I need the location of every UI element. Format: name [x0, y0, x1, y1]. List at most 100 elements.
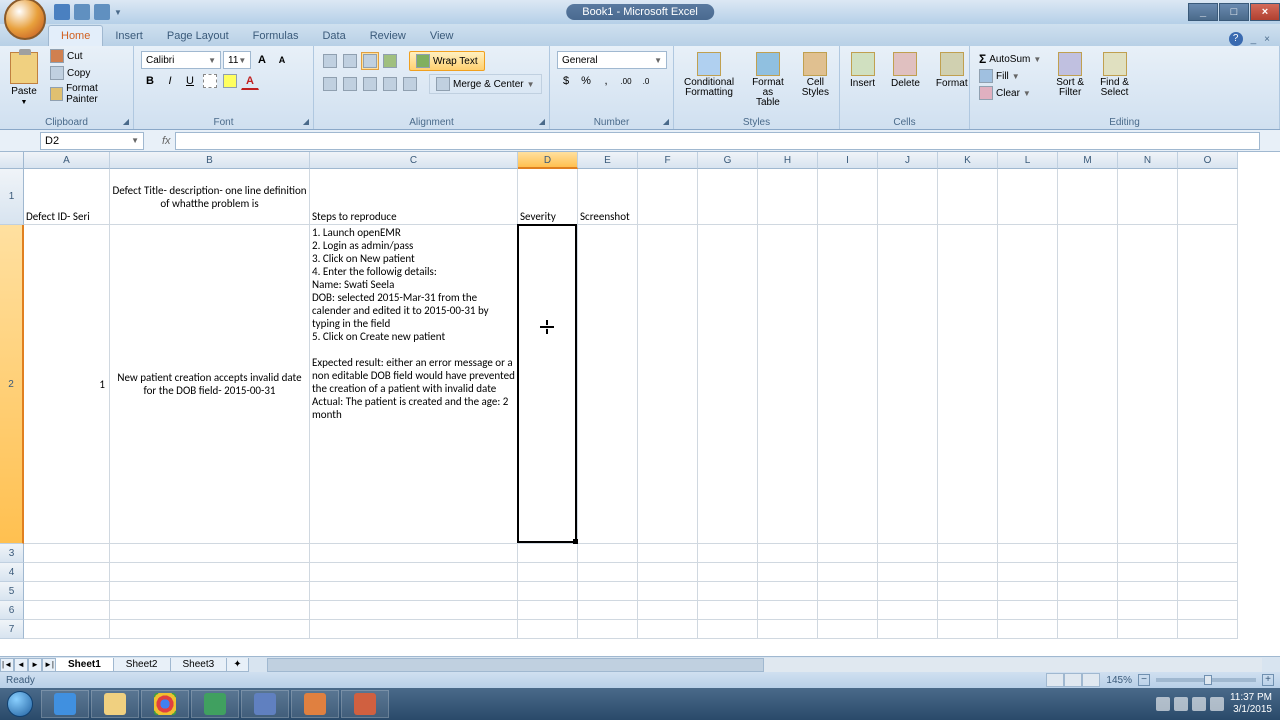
select-all-corner[interactable]: [0, 152, 24, 169]
cell-E2[interactable]: [578, 225, 638, 544]
cell-G6[interactable]: [698, 601, 758, 620]
font-name-combo[interactable]: Calibri▼: [141, 51, 221, 69]
cell-I7[interactable]: [818, 620, 878, 639]
sheet-tab-1[interactable]: Sheet1: [55, 658, 114, 672]
cell-L4[interactable]: [998, 563, 1058, 582]
col-header-A[interactable]: A: [24, 152, 110, 169]
cell-B4[interactable]: [110, 563, 310, 582]
col-header-E[interactable]: E: [578, 152, 638, 169]
row-header-7[interactable]: 7: [0, 620, 24, 639]
accounting-format-button[interactable]: $: [557, 72, 575, 90]
align-left-button[interactable]: [321, 75, 339, 93]
number-dialog-launcher[interactable]: ◢: [661, 117, 671, 127]
col-header-K[interactable]: K: [938, 152, 998, 169]
delete-cells-button[interactable]: Delete: [885, 48, 926, 93]
minimize-button[interactable]: _: [1188, 3, 1218, 21]
cell-B6[interactable]: [110, 601, 310, 620]
cell-C7[interactable]: [310, 620, 518, 639]
increase-indent-button[interactable]: [401, 75, 419, 93]
cell-K1[interactable]: [938, 169, 998, 225]
cell-C6[interactable]: [310, 601, 518, 620]
zoom-out-button[interactable]: −: [1138, 674, 1150, 686]
cell-D1[interactable]: Severity: [518, 169, 578, 225]
row-header-2[interactable]: 2: [0, 225, 24, 544]
cell-H6[interactable]: [758, 601, 818, 620]
cell-K4[interactable]: [938, 563, 998, 582]
cell-E6[interactable]: [578, 601, 638, 620]
cell-N1[interactable]: [1118, 169, 1178, 225]
name-box[interactable]: D2▼: [40, 132, 144, 150]
cell-A4[interactable]: [24, 563, 110, 582]
next-sheet-button[interactable]: ►: [28, 658, 42, 672]
cells-area[interactable]: Defect ID- SeriDefect Title- description…: [24, 169, 1280, 656]
cell-I3[interactable]: [818, 544, 878, 563]
cell-M2[interactable]: [1058, 225, 1118, 544]
decrease-decimal-button[interactable]: .0: [637, 72, 655, 90]
cell-I6[interactable]: [818, 601, 878, 620]
cell-N3[interactable]: [1118, 544, 1178, 563]
cell-J4[interactable]: [878, 563, 938, 582]
cell-A2[interactable]: 1: [24, 225, 110, 544]
cell-K5[interactable]: [938, 582, 998, 601]
row-header-3[interactable]: 3: [0, 544, 24, 563]
taskbar-powerpoint[interactable]: [341, 690, 389, 718]
col-header-I[interactable]: I: [818, 152, 878, 169]
cell-I5[interactable]: [818, 582, 878, 601]
bold-button[interactable]: B: [141, 72, 159, 90]
col-header-C[interactable]: C: [310, 152, 518, 169]
cell-E7[interactable]: [578, 620, 638, 639]
taskbar-explorer[interactable]: [91, 690, 139, 718]
cell-F3[interactable]: [638, 544, 698, 563]
cut-button[interactable]: Cut: [48, 48, 129, 64]
format-cells-button[interactable]: Format: [930, 48, 974, 93]
tab-view[interactable]: View: [418, 26, 466, 46]
row-header-6[interactable]: 6: [0, 601, 24, 620]
cell-L6[interactable]: [998, 601, 1058, 620]
cell-K6[interactable]: [938, 601, 998, 620]
cell-L1[interactable]: [998, 169, 1058, 225]
cell-J3[interactable]: [878, 544, 938, 563]
hscroll-thumb[interactable]: [267, 658, 765, 672]
cell-O2[interactable]: [1178, 225, 1238, 544]
row-header-1[interactable]: 1: [0, 169, 24, 225]
tab-review[interactable]: Review: [358, 26, 418, 46]
sort-filter-button[interactable]: Sort & Filter: [1050, 48, 1090, 102]
cell-O4[interactable]: [1178, 563, 1238, 582]
taskbar-app2[interactable]: [291, 690, 339, 718]
autosum-button[interactable]: ΣAutoSum▼: [977, 51, 1043, 67]
tab-home[interactable]: Home: [48, 25, 103, 46]
cell-I1[interactable]: [818, 169, 878, 225]
tab-insert[interactable]: Insert: [103, 26, 155, 46]
row-header-4[interactable]: 4: [0, 563, 24, 582]
cell-D5[interactable]: [518, 582, 578, 601]
cell-J5[interactable]: [878, 582, 938, 601]
cell-H2[interactable]: [758, 225, 818, 544]
normal-view-button[interactable]: [1046, 673, 1064, 687]
cell-B1[interactable]: Defect Title- description- one line defi…: [110, 169, 310, 225]
cell-E1[interactable]: Screenshot: [578, 169, 638, 225]
network-icon[interactable]: [1192, 697, 1206, 711]
font-color-button[interactable]: A: [241, 72, 259, 90]
conditional-formatting-button[interactable]: Conditional Formatting: [678, 48, 740, 102]
cell-N7[interactable]: [1118, 620, 1178, 639]
formula-input[interactable]: [175, 132, 1260, 150]
col-header-O[interactable]: O: [1178, 152, 1238, 169]
cell-I2[interactable]: [818, 225, 878, 544]
new-sheet-button[interactable]: ✦: [226, 658, 248, 672]
fill-button[interactable]: Fill▼: [977, 68, 1043, 84]
close-workbook-icon[interactable]: ×: [1264, 34, 1270, 45]
col-header-G[interactable]: G: [698, 152, 758, 169]
col-header-L[interactable]: L: [998, 152, 1058, 169]
align-center-button[interactable]: [341, 75, 359, 93]
cell-B3[interactable]: [110, 544, 310, 563]
cell-A6[interactable]: [24, 601, 110, 620]
col-header-D[interactable]: D: [518, 152, 578, 169]
cell-O7[interactable]: [1178, 620, 1238, 639]
row-header-5[interactable]: 5: [0, 582, 24, 601]
alignment-dialog-launcher[interactable]: ◢: [537, 117, 547, 127]
zoom-level[interactable]: 145%: [1106, 675, 1132, 686]
fx-icon[interactable]: fx: [162, 135, 171, 147]
col-header-F[interactable]: F: [638, 152, 698, 169]
cell-styles-button[interactable]: Cell Styles: [796, 48, 835, 102]
help-icon[interactable]: ?: [1229, 32, 1243, 46]
